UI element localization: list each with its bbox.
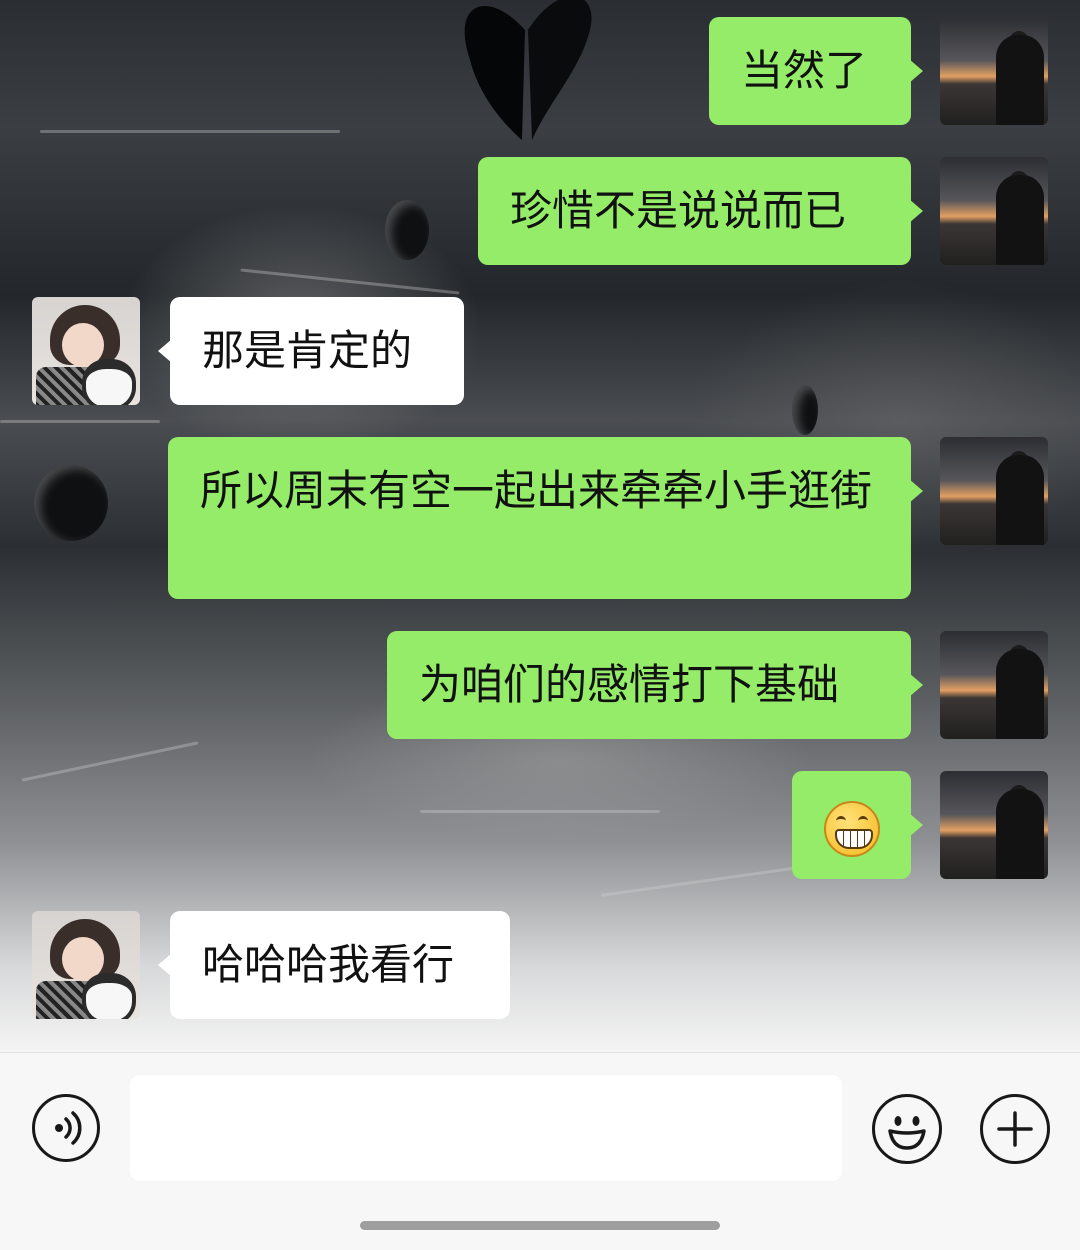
outgoing-message-bubble[interactable] (792, 771, 923, 879)
message-text: 哈哈哈我看行 (202, 940, 455, 989)
rain-streak (40, 130, 340, 133)
raindrop-decoration (34, 465, 108, 541)
butterfly-wallpaper-art (464, 0, 592, 140)
incoming-message-bubble[interactable]: 哈哈哈我看行 (158, 911, 510, 1019)
my-avatar[interactable] (940, 17, 1048, 125)
smiley-icon (888, 1116, 926, 1150)
rain-streak (0, 420, 160, 423)
raindrop-decoration (385, 200, 429, 260)
my-avatar[interactable] (940, 771, 1048, 879)
incoming-message-bubble[interactable]: 那是肯定的 (158, 297, 464, 405)
my-avatar[interactable] (940, 437, 1048, 545)
home-indicator[interactable] (360, 1221, 720, 1230)
message-input[interactable] (130, 1075, 842, 1181)
voice-icon (55, 1111, 82, 1145)
outgoing-message-bubble[interactable]: 珍惜不是说说而已 (478, 157, 923, 265)
chat-message-area[interactable]: 当然了 珍惜不是说说而已 那是肯定的 所以周末有空一起出来牵牵小手逛街 为咱们的… (0, 0, 1080, 1052)
more-options-button[interactable] (980, 1094, 1050, 1164)
outgoing-message-bubble[interactable]: 所以周末有空一起出来牵牵小手逛街 (168, 437, 923, 599)
outgoing-message-bubble[interactable]: 为咱们的感情打下基础 (387, 631, 923, 739)
rain-streak (420, 810, 660, 813)
raindrop-decoration (792, 385, 818, 435)
emoji-button[interactable] (872, 1094, 942, 1164)
my-avatar[interactable] (940, 157, 1048, 265)
rain-streak (21, 741, 199, 782)
grin-emoji-icon (824, 800, 880, 857)
voice-input-button[interactable] (32, 1094, 100, 1162)
plus-icon (997, 1111, 1033, 1147)
message-text: 为咱们的感情打下基础 (419, 660, 840, 709)
rain-streak (600, 866, 800, 897)
contact-avatar[interactable] (32, 297, 140, 405)
chat-screen: 当然了 珍惜不是说说而已 那是肯定的 所以周末有空一起出来牵牵小手逛街 为咱们的… (0, 0, 1080, 1250)
message-text: 所以周末有空一起出来牵牵小手逛街 (200, 466, 873, 515)
my-avatar[interactable] (940, 631, 1048, 739)
message-text: 珍惜不是说说而已 (510, 186, 847, 235)
contact-avatar[interactable] (32, 911, 140, 1019)
chat-input-bar (0, 1052, 1080, 1250)
outgoing-message-bubble[interactable]: 当然了 (709, 17, 923, 125)
message-text: 那是肯定的 (202, 326, 413, 375)
message-text: 当然了 (741, 46, 868, 95)
rain-streak (240, 268, 460, 295)
